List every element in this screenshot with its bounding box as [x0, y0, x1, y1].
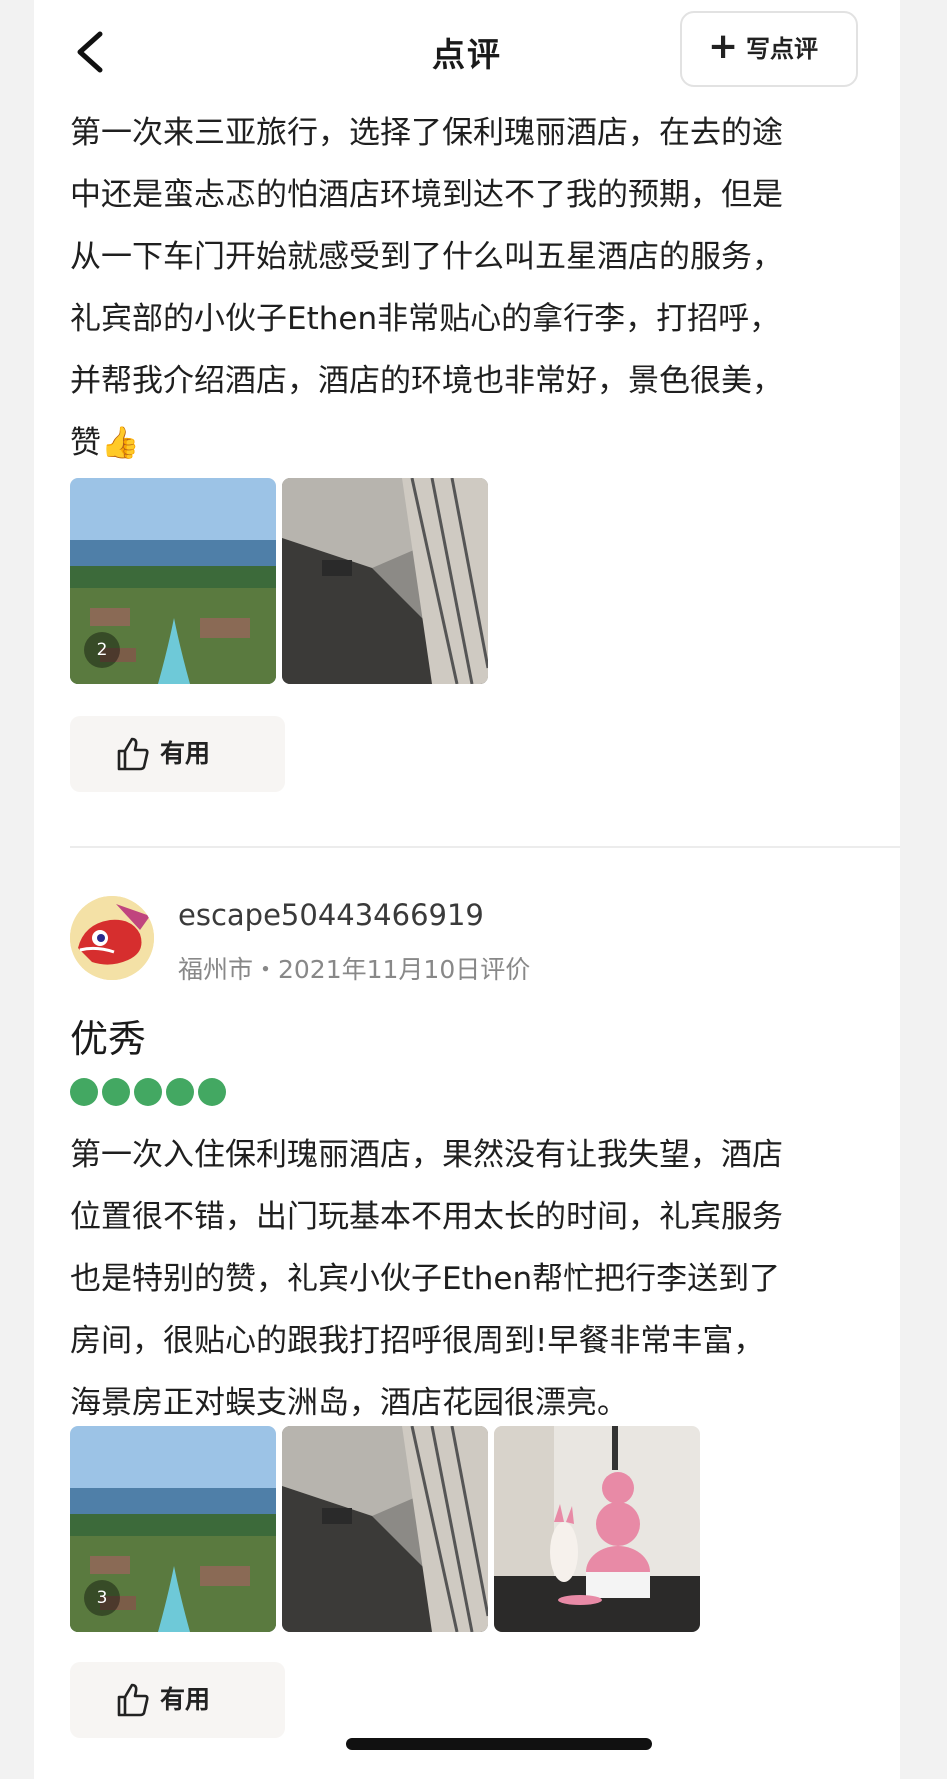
reviews-panel: 点评 + 写点评 第一次来三亚旅行，选择了保利瑰丽酒店，在去的途 中还是蛮忐忑的…	[34, 0, 900, 1779]
header-bar: 点评 + 写点评	[34, 0, 900, 106]
useful-button[interactable]: 有用	[70, 716, 285, 792]
review-photo-sea-view[interactable]: 2	[70, 478, 276, 684]
review-photo-corridor[interactable]	[282, 1426, 488, 1632]
rating-title: 优秀	[70, 1017, 147, 1061]
reviewer-username[interactable]: escape50443466919	[178, 898, 484, 932]
avatar[interactable]	[70, 896, 154, 980]
rating-dots	[70, 1078, 230, 1106]
photo-count-badge: 2	[84, 632, 120, 668]
write-review-button[interactable]: + 写点评	[680, 11, 858, 87]
review-photo-decor[interactable]	[494, 1426, 700, 1632]
rating-dot	[102, 1078, 130, 1106]
rating-dot	[198, 1078, 226, 1106]
photo-count-badge: 3	[84, 1580, 120, 1616]
useful-label: 有用	[160, 1685, 211, 1714]
review-meta: 福州市・2021年11月10日评价	[178, 955, 531, 984]
thumbs-up-icon	[117, 1683, 149, 1717]
review-text: 第一次入住保利瑰丽酒店，果然没有让我失望，酒店 位置很不错，出门玩基本不用太长的…	[70, 1137, 783, 1421]
rating-dot	[70, 1078, 98, 1106]
rating-dot	[166, 1078, 194, 1106]
useful-label: 有用	[160, 739, 211, 768]
useful-button[interactable]: 有用	[70, 1662, 285, 1738]
plus-icon: +	[708, 26, 739, 67]
review-divider	[70, 846, 900, 848]
home-indicator[interactable]	[346, 1738, 652, 1750]
thumbs-up-icon	[117, 737, 149, 771]
review-text: 第一次来三亚旅行，选择了保利瑰丽酒店，在去的途 中还是蛮忐忑的怕酒店环境到达不了…	[70, 115, 783, 461]
review-photo-corridor[interactable]	[282, 478, 488, 684]
write-review-label: 写点评	[746, 35, 818, 63]
review-photo-sea-view[interactable]: 3	[70, 1426, 276, 1632]
rating-dot	[134, 1078, 162, 1106]
